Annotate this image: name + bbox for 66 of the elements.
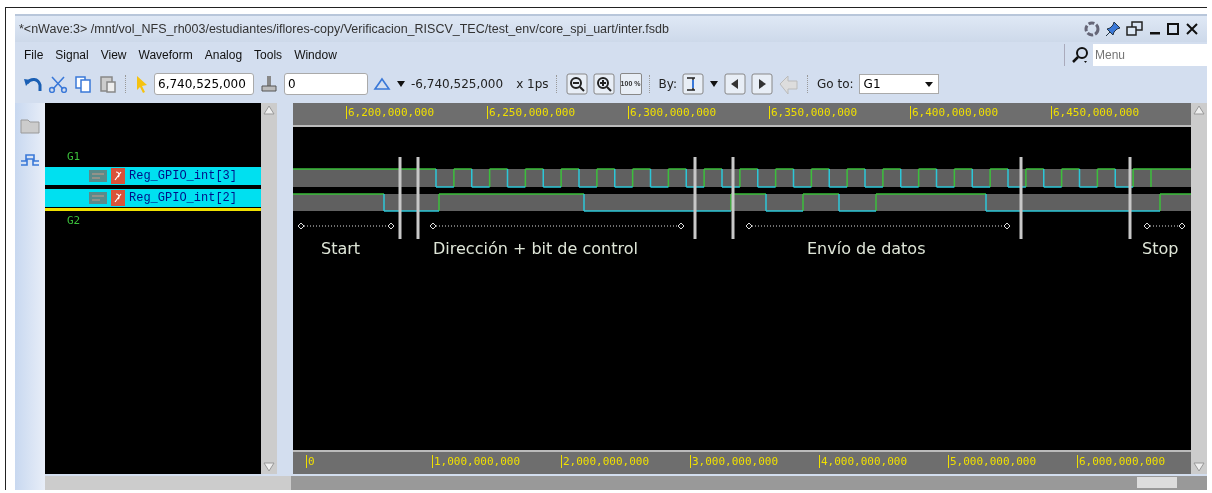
ruler-label: 6,250,000,000	[487, 106, 576, 119]
ruler-label: 6,400,000,000	[910, 106, 999, 119]
ruler-label: 6,200,000,000	[346, 106, 435, 119]
span-line	[1143, 222, 1186, 230]
edge-icon[interactable]	[682, 73, 705, 95]
signal-group-icon[interactable]	[20, 151, 40, 169]
ruler-label: 3,000,000,000	[690, 455, 779, 468]
annotation-label: Stop	[1142, 239, 1179, 258]
waveform-type-icon	[111, 168, 125, 184]
signal-row[interactable]: Reg_GPIO_int[3]	[45, 167, 261, 185]
menu-item[interactable]: Waveform	[132, 48, 199, 62]
scroll-up-icon[interactable]	[262, 104, 276, 116]
group-name[interactable]: G1	[45, 147, 261, 167]
menu-item[interactable]: Window	[288, 48, 343, 62]
ruler-label: 6,450,000,000	[1051, 106, 1140, 119]
caret-icon	[923, 79, 934, 89]
pin-icon[interactable]	[1105, 21, 1121, 37]
zoom-in-icon[interactable]	[592, 73, 615, 95]
next-icon[interactable]	[751, 73, 774, 95]
menu-item[interactable]: Signal	[49, 48, 95, 62]
menu-item[interactable]: Tools	[248, 48, 289, 62]
annotation-label: Dirección + bit de control	[433, 239, 638, 258]
delta-time: -6,740,525,000	[411, 77, 504, 91]
horizontal-scrollbar[interactable]	[45, 476, 291, 490]
waveform-type-icon	[111, 190, 125, 206]
ruler-label: 2,000,000,000	[561, 455, 650, 468]
register-icon	[89, 192, 107, 204]
annotation-label: Envío de datos	[807, 239, 926, 258]
back-arrow-icon	[778, 73, 801, 95]
ruler-label: 6,350,000,000	[769, 106, 858, 119]
zoom-out-icon[interactable]	[565, 73, 588, 95]
scroll-down-icon[interactable]	[262, 461, 276, 473]
paste-icon[interactable]	[98, 75, 118, 93]
delta-icon	[373, 77, 391, 91]
menu-item[interactable]: File	[18, 48, 50, 62]
scroll-down-icon[interactable]	[1192, 461, 1206, 473]
previous-icon[interactable]	[724, 73, 747, 95]
annotation-label: Start	[321, 239, 361, 258]
copy-icon[interactable]	[73, 75, 93, 93]
window-title: *<nWave:3> /mnt/vol_NFS_rh003/estudiantes/iflores-copy/Verificacion_RISCV_TEC/test_env/core_spi_uart/inter.fsdb	[19, 22, 669, 36]
signal-row[interactable]: Reg_GPIO_int[2]	[45, 189, 261, 207]
menu-item[interactable]: View	[94, 48, 133, 62]
scissors-icon[interactable]	[48, 75, 68, 93]
ruler-label: 1,000,000,000	[432, 455, 521, 468]
scroll-up-icon[interactable]	[1192, 104, 1206, 116]
marker-icon[interactable]	[259, 74, 279, 94]
ruler-label: 5,000,000,000	[948, 455, 1037, 468]
marker-time-field[interactable]: 0	[284, 73, 368, 95]
ruler-label: 6,000,000,000	[1077, 455, 1166, 468]
search-icon	[1071, 46, 1091, 64]
undo-icon[interactable]	[23, 75, 43, 93]
by-label: By:	[658, 77, 678, 91]
register-icon	[89, 170, 107, 182]
maximize-icon[interactable]	[1166, 21, 1180, 37]
spinner-icon[interactable]	[1084, 21, 1100, 37]
window-restore-icon[interactable]	[1126, 21, 1144, 37]
ruler-label: 0	[306, 455, 315, 468]
ruler-label: 6,300,000,000	[628, 106, 717, 119]
close-icon[interactable]	[1185, 21, 1199, 37]
time-unit: x 1ps	[516, 77, 549, 91]
menu-item[interactable]: Analog	[198, 48, 249, 62]
goto-label: Go to:	[817, 77, 854, 91]
cursor-time-field[interactable]: 6,740,525,000	[154, 73, 254, 95]
goto-dropdown[interactable]: G1	[858, 74, 939, 94]
ruler-label: 4,000,000,000	[819, 455, 908, 468]
horizontal-scrollbar[interactable]	[291, 476, 1207, 490]
